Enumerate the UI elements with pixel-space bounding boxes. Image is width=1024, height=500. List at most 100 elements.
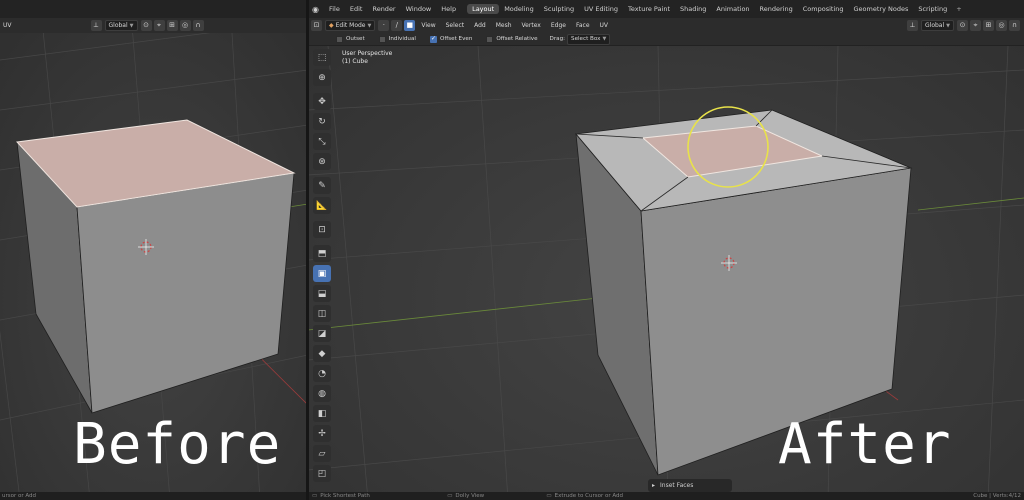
orientation-icon[interactable]: ⟂ <box>907 20 918 31</box>
status-stats: Cube | Verts:4/12 <box>973 493 1021 499</box>
extrude-icon[interactable]: ⬒ <box>313 245 331 262</box>
before-status-text: ursor or Add <box>2 493 37 499</box>
after-header: ⊡ ◆ Edit Mode ▼ · / ■ View Select Add Me… <box>308 18 1024 33</box>
tab-animation[interactable]: Animation <box>711 4 754 14</box>
shear-icon[interactable]: ▱ <box>313 445 331 462</box>
status-mouse-icon-3: ▭ <box>546 493 552 499</box>
mode-dropdown[interactable]: ◆ Edit Mode ▼ <box>325 20 376 31</box>
snap-icon[interactable]: ⌖ <box>970 20 981 31</box>
scale-icon[interactable]: ⤡ <box>313 133 331 150</box>
select-box-icon[interactable]: ⬚ <box>313 49 331 66</box>
before-header-mode: UV <box>3 22 12 29</box>
status-mid-text: Dolly View <box>455 493 485 499</box>
falloff-icon[interactable]: ∩ <box>192 20 204 31</box>
header-menu-face[interactable]: Face <box>571 22 595 29</box>
tab-sculpting[interactable]: Sculpting <box>539 4 579 14</box>
cursor-icon[interactable]: ⊕ <box>313 69 331 86</box>
before-orientation-dropdown[interactable]: Global ▼ <box>104 20 138 31</box>
face-select-icon[interactable]: ■ <box>404 20 416 31</box>
last-operator-label: Inset Faces <box>660 482 694 489</box>
header-menu-mesh[interactable]: Mesh <box>491 22 517 29</box>
offset-relative-checkbox[interactable] <box>486 35 494 43</box>
poly-build-icon[interactable]: ◆ <box>313 345 331 362</box>
edge-slide-icon[interactable]: ◧ <box>313 405 331 422</box>
inset-faces-icon[interactable]: ▣ <box>313 265 331 282</box>
after-orientation-value: Global <box>925 22 945 29</box>
tab-rendering[interactable]: Rendering <box>755 4 798 14</box>
header-menu-view[interactable]: View <box>416 22 440 29</box>
snap-icon[interactable]: ⌖ <box>153 20 165 31</box>
before-topbar <box>0 0 308 18</box>
header-menu-select[interactable]: Select <box>441 22 470 29</box>
before-orientation-value: Global <box>108 22 128 29</box>
spin-icon[interactable]: ◔ <box>313 365 331 382</box>
outset-label: Outset <box>346 36 365 42</box>
tab-modeling[interactable]: Modeling <box>499 4 539 14</box>
expand-arrow-icon[interactable]: ▸ <box>652 482 655 489</box>
last-operator-panel[interactable]: ▸ Inset Faces <box>648 479 732 492</box>
drag-value: Select Box <box>571 36 601 42</box>
tab-geometry-nodes[interactable]: Geometry Nodes <box>849 4 914 14</box>
orientation-icon[interactable]: ⟂ <box>90 20 102 31</box>
status-mouse-icon-2: ▭ <box>447 493 453 499</box>
panel-divider <box>306 0 309 500</box>
menu-edit[interactable]: Edit <box>345 5 368 13</box>
knife-icon[interactable]: ◪ <box>313 325 331 342</box>
option-outset[interactable]: Outset <box>336 35 365 43</box>
status-mouse-icon: ▭ <box>312 493 318 499</box>
outset-checkbox[interactable] <box>336 35 343 43</box>
loop-cut-icon[interactable]: ◫ <box>313 305 331 322</box>
annotate-icon[interactable]: ✎ <box>313 177 331 194</box>
option-individual[interactable]: Individual <box>378 35 416 43</box>
shrink-fatten-icon[interactable]: ✢ <box>313 425 331 442</box>
drag-dropdown[interactable]: Select Box ▼ <box>567 33 611 45</box>
menu-file[interactable]: File <box>324 5 345 13</box>
smooth-icon[interactable]: ◍ <box>313 385 331 402</box>
offset-even-label: Offset Even <box>439 36 473 42</box>
tab-uv-editing[interactable]: UV Editing <box>579 4 623 14</box>
before-label: Before <box>73 412 282 477</box>
header-menu-add[interactable]: Add <box>469 22 491 29</box>
chevron-down-icon: ▼ <box>129 22 134 29</box>
add-cube-icon[interactable]: ⊡ <box>313 221 331 238</box>
header-menu-edge[interactable]: Edge <box>546 22 571 29</box>
menu-window[interactable]: Window <box>401 5 437 13</box>
blender-logo-icon[interactable]: ◉ <box>308 5 324 14</box>
tab-texture-paint[interactable]: Texture Paint <box>623 4 675 14</box>
after-label: After <box>778 412 952 477</box>
status-left-text: Pick Shortest Path <box>320 493 370 499</box>
tab-layout[interactable]: Layout <box>467 4 500 14</box>
tab-compositing[interactable]: Compositing <box>798 4 849 14</box>
header-menu-uv[interactable]: UV <box>595 22 614 29</box>
pivot-icon[interactable]: ⊙ <box>140 20 152 31</box>
edge-select-icon[interactable]: / <box>391 20 403 31</box>
proportional-edit-icon[interactable]: ◎ <box>179 20 191 31</box>
after-orientation-dropdown[interactable]: Global ▼ <box>921 20 954 31</box>
editor-type-icon[interactable]: ⊡ <box>311 20 322 31</box>
header-menu-vertex[interactable]: Vertex <box>517 22 546 29</box>
tab-shading[interactable]: Shading <box>675 4 711 14</box>
vertex-select-icon[interactable]: · <box>378 20 390 31</box>
transform-icon[interactable]: ⊛ <box>313 153 331 170</box>
menu-help[interactable]: Help <box>436 5 461 13</box>
chevron-down-icon: ▼ <box>367 22 372 29</box>
rip-icon[interactable]: ◰ <box>313 465 331 482</box>
falloff-icon[interactable]: ∩ <box>1009 20 1020 31</box>
individual-checkbox[interactable] <box>378 35 386 43</box>
bevel-icon[interactable]: ⬓ <box>313 285 331 302</box>
option-offset-relative[interactable]: Offset Relative <box>486 35 538 43</box>
tab-scripting[interactable]: Scripting <box>913 4 952 14</box>
option-offset-even[interactable]: Offset Even <box>429 35 473 43</box>
add-workspace-icon[interactable]: + <box>952 5 965 13</box>
rotate-icon[interactable]: ↻ <box>313 113 331 130</box>
menu-render[interactable]: Render <box>367 5 400 13</box>
snap-target-icon[interactable]: ⊞ <box>166 20 178 31</box>
offset-even-checkbox[interactable] <box>429 35 437 43</box>
proportional-edit-icon[interactable]: ◎ <box>996 20 1007 31</box>
before-statusbar: ursor or Add <box>0 492 308 500</box>
measure-icon[interactable]: 📐 <box>313 197 331 214</box>
move-icon[interactable]: ✥ <box>313 93 331 110</box>
mode-value: Edit Mode <box>335 22 366 29</box>
pivot-icon[interactable]: ⊙ <box>957 20 968 31</box>
snap-target-icon[interactable]: ⊞ <box>983 20 994 31</box>
